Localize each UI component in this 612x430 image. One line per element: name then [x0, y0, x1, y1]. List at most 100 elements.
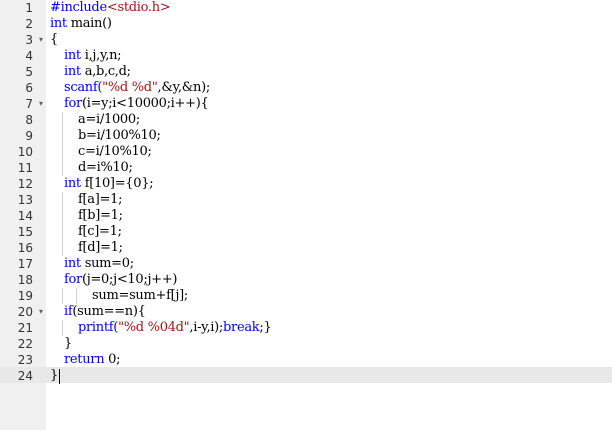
code-text[interactable]: for(i=y;i<10000;i++){ — [64, 96, 209, 112]
code-token: (j=0;j<10;j++) — [81, 272, 178, 287]
line-number: 14 — [17, 209, 33, 223]
code-token: break — [223, 320, 260, 335]
code-token: f[10]={0}; — [80, 176, 154, 191]
line-number: 15 — [17, 225, 33, 239]
code-lines[interactable]: 1 #include<stdio.h> 2 int main() 3 ▾{4 int i,j… — [0, 0, 612, 384]
code-line[interactable]: 22} — [0, 336, 612, 352]
line-number: 23 — [17, 353, 33, 367]
code-token: { — [50, 32, 58, 47]
code-token: printf( — [78, 320, 119, 335]
code-line[interactable]: 17 int sum=0; — [0, 256, 612, 272]
code-text[interactable]: b=i/100%10; — [78, 128, 161, 144]
indent-guide — [62, 288, 63, 304]
code-token: f[c]=1; — [78, 224, 122, 239]
code-text[interactable]: for(j=0;j<10;j++) — [64, 272, 177, 288]
line-number: 9 — [25, 129, 33, 143]
code-line[interactable]: 19 sum=sum+f[j]; — [0, 288, 612, 304]
code-line[interactable]: 2 int main() — [0, 16, 612, 32]
line-number: 4 — [25, 49, 33, 63]
code-line[interactable]: 9 b=i/100%10; — [0, 128, 612, 144]
code-token: #include — [50, 0, 107, 15]
line-number: 8 — [25, 113, 33, 127]
code-text[interactable]: } — [50, 368, 58, 384]
code-token: "%d %d" — [102, 80, 158, 95]
code-token: ;} — [259, 320, 272, 335]
fold-toggle-icon[interactable]: ▾ — [36, 304, 46, 320]
code-line[interactable]: 3 ▾ { — [0, 32, 612, 48]
indent-guide — [62, 208, 63, 224]
code-line[interactable]: 24} — [0, 368, 612, 384]
code-line[interactable]: 21 printf("%d %04d",i-y,i);break;} — [0, 320, 612, 336]
code-line[interactable]: 7 ▾ for(i=y;i<10000;i++){ — [0, 96, 612, 112]
line-number: 10 — [17, 145, 33, 159]
code-text[interactable]: printf("%d %04d",i-y,i);break;} — [78, 320, 272, 336]
code-text[interactable]: f[a]=1; — [78, 192, 122, 208]
code-token: int — [64, 176, 81, 191]
indent-guide — [62, 160, 63, 176]
line-number: 19 — [17, 289, 33, 303]
code-line[interactable]: 4 int i,j,y,n; — [0, 48, 612, 64]
code-token: for — [64, 96, 82, 111]
code-editor[interactable]: 1 #include<stdio.h> 2 int main() 3 ▾{4 int i,j… — [0, 0, 612, 430]
code-text[interactable]: return 0; — [64, 352, 120, 368]
line-number: 21 — [17, 321, 33, 335]
code-token: sum=sum+f[j]; — [92, 288, 188, 303]
code-text[interactable]: int f[10]={0}; — [64, 176, 154, 192]
code-text[interactable]: if(sum==n){ — [64, 304, 146, 320]
code-line[interactable]: 8 a=i/1000; — [0, 112, 612, 128]
code-token: ,&y,&n); — [157, 80, 211, 95]
code-text[interactable]: } — [64, 336, 72, 352]
code-text[interactable]: int i,j,y,n; — [64, 48, 122, 64]
code-line[interactable]: 18 for(j=0;j<10;j++) — [0, 272, 612, 288]
fold-toggle-icon[interactable]: ▾ — [36, 32, 46, 48]
code-line[interactable]: 5 int a,b,c,d; — [0, 64, 612, 80]
code-text[interactable]: f[d]=1; — [78, 240, 123, 256]
code-line[interactable]: 10 c=i/10%10; — [0, 144, 612, 160]
code-line[interactable]: 6 scanf("%d %d",&y,&n); — [0, 80, 612, 96]
code-token: int — [64, 48, 81, 63]
code-line[interactable]: 1 #include<stdio.h> — [0, 0, 612, 16]
code-text[interactable]: int main() — [50, 16, 112, 32]
code-line[interactable]: 20 ▾ if(sum==n){ — [0, 304, 612, 320]
code-line[interactable]: 15 f[c]=1; — [0, 224, 612, 240]
line-number: 17 — [17, 257, 33, 271]
line-number: 12 — [17, 177, 33, 191]
code-line[interactable]: 11 d=i%10; — [0, 160, 612, 176]
line-number: 6 — [25, 81, 33, 95]
text-cursor — [59, 369, 60, 384]
code-text[interactable]: c=i/10%10; — [78, 144, 152, 160]
code-text[interactable]: scanf("%d %d",&y,&n); — [64, 80, 210, 96]
indent-guide — [62, 320, 63, 336]
code-token: c=i/10%10; — [78, 144, 152, 159]
code-token: sum=0; — [80, 256, 134, 271]
code-token: int — [64, 64, 81, 79]
code-line[interactable]: 16 f[d]=1; — [0, 240, 612, 256]
code-text[interactable]: { — [50, 32, 58, 48]
indent-guide — [62, 112, 63, 128]
code-token: for — [64, 272, 82, 287]
code-text[interactable]: int sum=0; — [64, 256, 134, 272]
indent-guide — [76, 288, 77, 304]
code-line[interactable]: 23 return 0; — [0, 352, 612, 368]
code-text[interactable]: #include<stdio.h> — [50, 0, 171, 16]
indent-guide — [62, 240, 63, 256]
line-number: 24 — [17, 369, 33, 383]
code-line[interactable]: 13 f[a]=1; — [0, 192, 612, 208]
code-text[interactable]: int a,b,c,d; — [64, 64, 131, 80]
code-text[interactable]: sum=sum+f[j]; — [92, 288, 188, 304]
code-token: d=i%10; — [78, 160, 133, 175]
code-text[interactable]: a=i/1000; — [78, 112, 140, 128]
line-number: 7 — [25, 97, 33, 111]
line-number: 18 — [17, 273, 33, 287]
line-number: 16 — [17, 241, 33, 255]
fold-toggle-icon[interactable]: ▾ — [36, 96, 46, 112]
code-line[interactable]: 12 int f[10]={0}; — [0, 176, 612, 192]
code-text[interactable]: f[c]=1; — [78, 224, 122, 240]
code-text[interactable]: f[b]=1; — [78, 208, 123, 224]
code-token: "%d %04d" — [118, 320, 190, 335]
line-number: 11 — [17, 161, 33, 175]
line-number: 1 — [25, 1, 33, 15]
code-token: main() — [66, 16, 112, 31]
code-text[interactable]: d=i%10; — [78, 160, 133, 176]
code-line[interactable]: 14 f[b]=1; — [0, 208, 612, 224]
